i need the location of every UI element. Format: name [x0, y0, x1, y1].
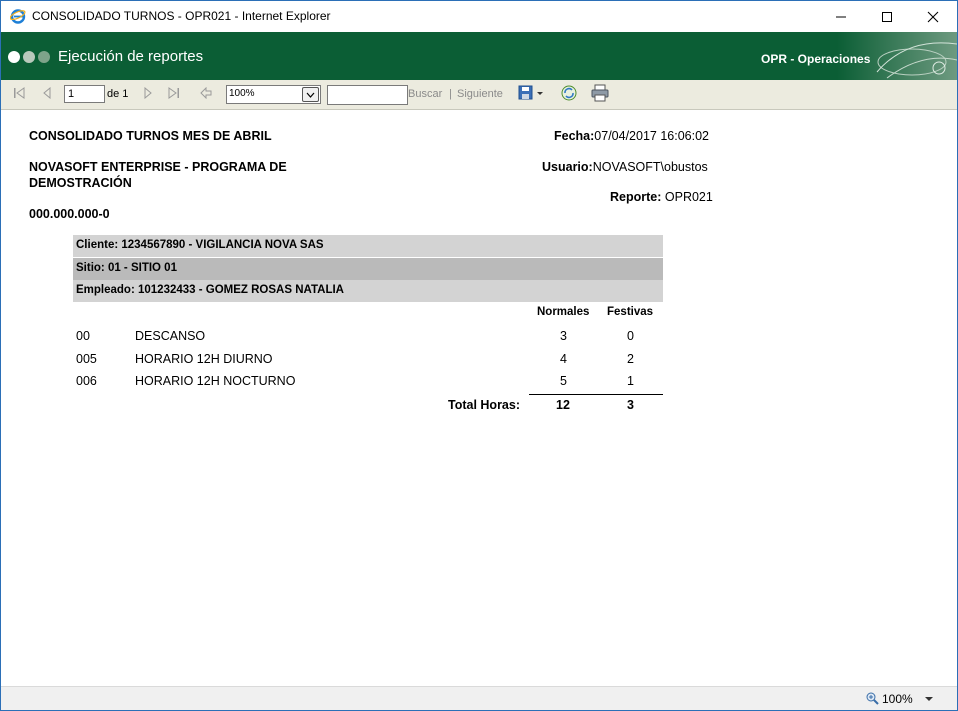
close-button[interactable]	[910, 1, 956, 32]
festivas-value: 1	[627, 374, 634, 388]
festivas-value: 2	[627, 352, 634, 366]
zoom-value: 100%	[229, 88, 255, 99]
internet-explorer-icon	[10, 9, 26, 24]
first-page-icon[interactable]	[13, 87, 25, 99]
report-code: Reporte: OPR021	[610, 190, 713, 204]
export-save-icon[interactable]	[518, 85, 546, 101]
minimize-icon	[836, 16, 846, 17]
normales-value: 3	[560, 329, 567, 343]
total-normales: 12	[556, 398, 570, 412]
refresh-icon[interactable]	[560, 84, 578, 102]
site-group-header: Sitio: 01 - SITIO 01	[73, 258, 663, 280]
normales-value: 5	[560, 374, 567, 388]
report-user: Usuario:NOVASOFT\obustos	[542, 160, 708, 174]
date-value: 07/04/2017 16:06:02	[594, 129, 709, 143]
company-name: NOVASOFT ENTERPRISE - PROGRAMA DE	[29, 160, 287, 174]
header-title: Ejecución de reportes	[58, 48, 204, 65]
print-icon[interactable]	[591, 84, 609, 102]
column-header-festivas: Festivas	[607, 306, 654, 318]
festivas-value: 0	[627, 329, 634, 343]
user-label: Usuario:	[542, 160, 593, 174]
company-name-continued: DEMOSTRACIÓN	[29, 176, 132, 190]
client-group-header: Cliente: 1234567890 - VIGILANCIA NOVA SA…	[73, 235, 663, 257]
close-icon	[927, 11, 939, 22]
maximize-icon	[882, 11, 892, 22]
find-link[interactable]: Buscar	[408, 88, 442, 100]
last-page-icon[interactable]	[168, 87, 180, 99]
report-title: CONSOLIDADO TURNOS MES DE ABRIL	[29, 129, 272, 143]
total-hours-label: Total Horas:	[448, 398, 520, 412]
back-icon[interactable]	[200, 87, 212, 99]
employee-label: Empleado: 101232433 - GOMEZ ROSAS NATALI…	[76, 284, 344, 296]
shift-name: HORARIO 12H NOCTURNO	[135, 374, 296, 388]
column-header-normales: Normales	[537, 306, 590, 318]
zoom-select[interactable]: 100%	[226, 85, 321, 104]
status-zoom-level[interactable]: 100%	[882, 692, 913, 706]
title-bar: CONSOLIDADO TURNOS - OPR021 - Internet E…	[1, 1, 957, 32]
company-nit: 000.000.000-0	[29, 207, 110, 221]
status-bar: 100%	[1, 686, 957, 710]
page-number-input[interactable]	[64, 85, 105, 103]
total-divider	[529, 394, 663, 395]
shift-name: HORARIO 12H DIURNO	[135, 352, 273, 366]
user-value: NOVASOFT\obustos	[592, 160, 708, 174]
client-label: Cliente: 1234567890 - VIGILANCIA NOVA SA…	[76, 239, 324, 251]
normales-value: 4	[560, 352, 567, 366]
site-label: Sitio: 01 - SITIO 01	[76, 262, 177, 274]
window-title: CONSOLIDADO TURNOS - OPR021 - Internet E…	[32, 9, 331, 23]
module-label: OPR - Operaciones	[761, 52, 871, 66]
zoom-icon	[866, 692, 879, 705]
app-header: Ejecución de reportes OPR - Operaciones	[1, 32, 957, 80]
total-festivas: 3	[627, 398, 634, 412]
previous-page-icon[interactable]	[42, 87, 52, 99]
maximize-button[interactable]	[864, 1, 910, 32]
toolbar-separator: |	[449, 88, 452, 100]
report-code-label: Reporte:	[610, 190, 662, 204]
find-next-link[interactable]: Siguiente	[457, 88, 503, 100]
dot-icon	[38, 51, 50, 63]
next-page-icon[interactable]	[143, 87, 153, 99]
report-toolbar: de 1 100% Buscar | Siguiente	[1, 80, 957, 110]
report-date: Fecha:07/04/2017 16:06:02	[554, 129, 709, 143]
chevron-down-icon	[302, 87, 319, 102]
shift-code: 00	[76, 329, 90, 343]
search-input[interactable]	[327, 85, 408, 105]
shift-code: 006	[76, 374, 97, 388]
date-label: Fecha:	[554, 129, 595, 143]
report-code-value: OPR021	[661, 190, 713, 204]
page-count-label: de 1	[107, 88, 129, 100]
chevron-down-icon[interactable]	[924, 696, 934, 702]
minimize-button[interactable]	[818, 1, 864, 32]
shift-name: DESCANSO	[135, 329, 206, 343]
shift-code: 005	[76, 352, 97, 366]
dot-icon	[8, 51, 20, 63]
employee-group-header: Empleado: 101232433 - GOMEZ ROSAS NATALI…	[73, 280, 663, 302]
dot-icon	[23, 51, 35, 63]
browser-window: CONSOLIDADO TURNOS - OPR021 - Internet E…	[0, 0, 958, 711]
header-dots	[8, 51, 50, 63]
